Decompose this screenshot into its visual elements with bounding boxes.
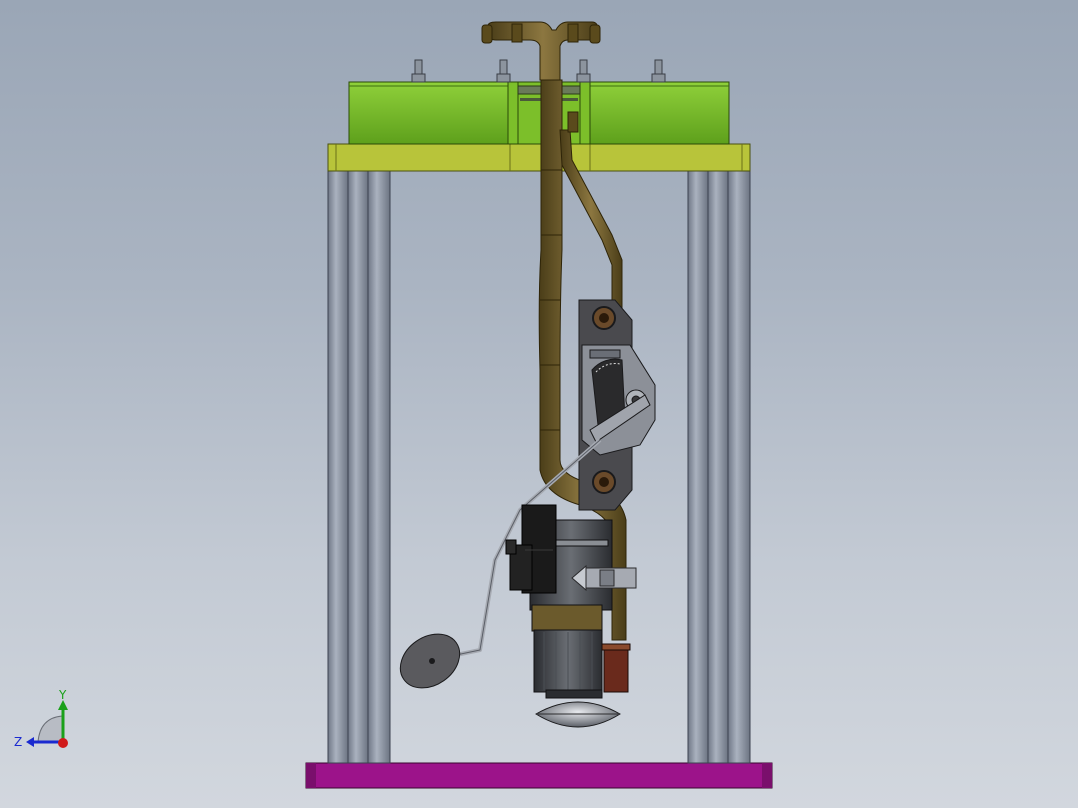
level-sensor-housing (581, 344, 656, 456)
base-plate (305, 762, 773, 789)
tank-bolts (411, 59, 666, 83)
triad-y-label: Y (58, 688, 67, 702)
triad-z-label: Z (14, 735, 22, 749)
pipe-clip (571, 564, 637, 592)
left-frame-posts (327, 169, 391, 764)
right-frame-posts (687, 169, 751, 764)
orientation-triad[interactable]: Y Z (14, 688, 68, 749)
triad-x-axis (58, 738, 68, 748)
cad-viewport[interactable]: Y Z (0, 0, 1078, 808)
base-plate-edge (306, 763, 316, 788)
electrical-connector (505, 504, 557, 594)
triad-plane-icon (37, 715, 63, 743)
return-pipe-end (603, 645, 629, 693)
float (399, 633, 461, 689)
top-plate (327, 143, 751, 172)
base-plate-edge (762, 763, 772, 788)
